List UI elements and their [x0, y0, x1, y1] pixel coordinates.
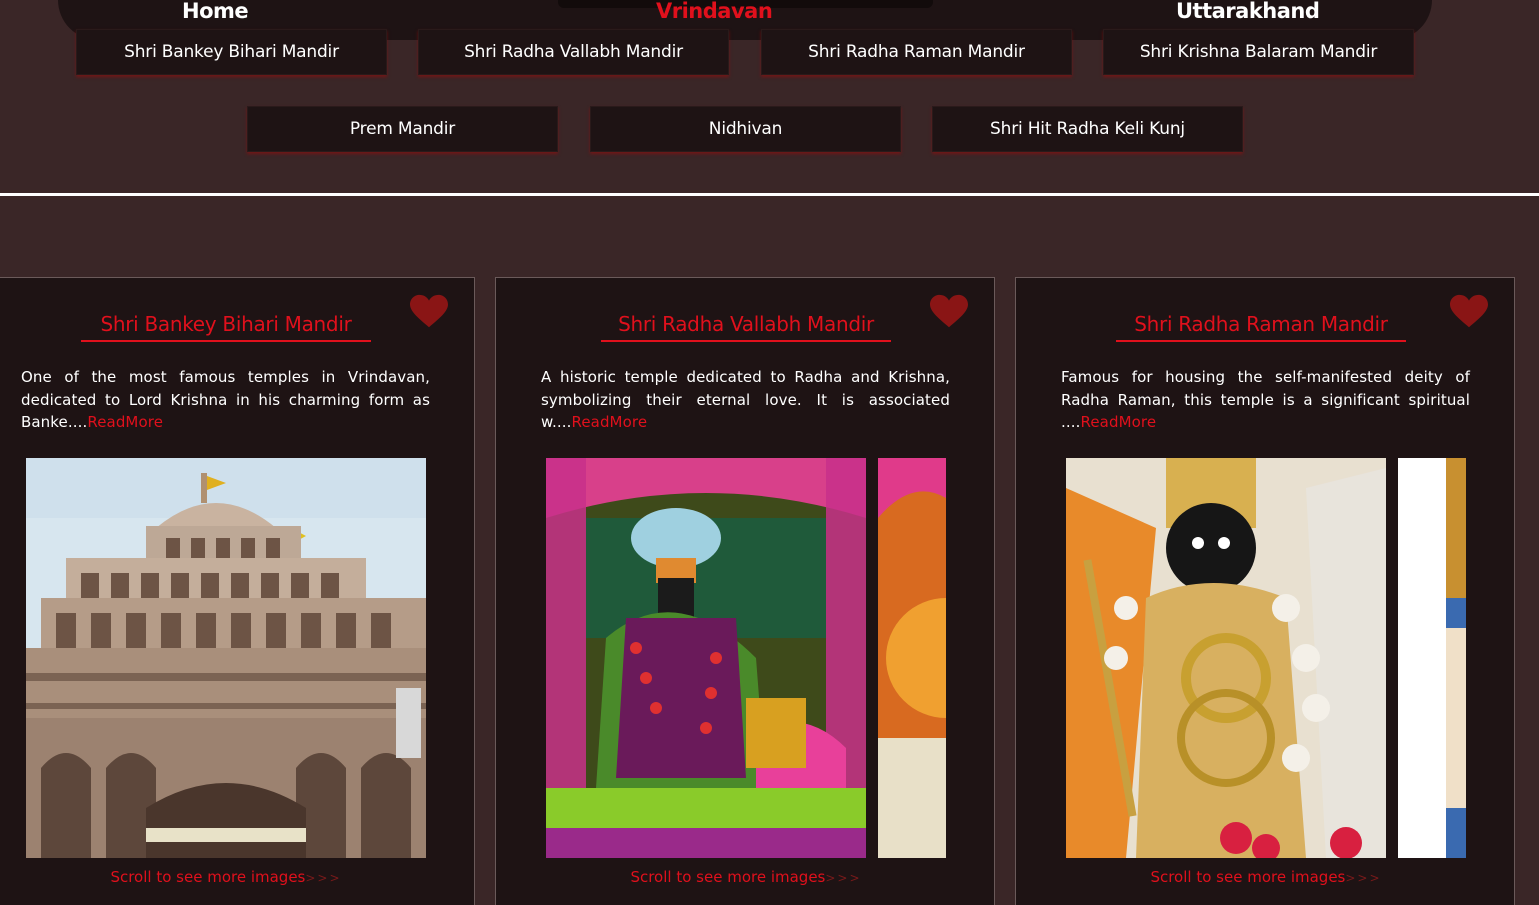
- card-title: Shri Bankey Bihari Mandir: [81, 311, 371, 342]
- scroll-hint: Scroll to see more images>>>: [1041, 868, 1491, 886]
- scroll-arrows-icon: >>>: [1345, 871, 1382, 885]
- temple-chip-radha-raman[interactable]: Shri Radha Raman Mandir: [761, 29, 1072, 75]
- temple-chip-prem-mandir[interactable]: Prem Mandir: [247, 106, 558, 152]
- heart-icon[interactable]: [410, 294, 448, 330]
- temple-photo-bankey-bihari: [26, 458, 426, 858]
- scroll-hint-text: Scroll to see more images: [630, 868, 826, 886]
- read-more-link[interactable]: ReadMore: [1080, 413, 1156, 431]
- nav-link-uttarakhand[interactable]: Uttarakhand: [1176, 0, 1320, 22]
- card-description-text: One of the most famous temples in Vrinda…: [21, 368, 430, 431]
- heart-icon[interactable]: [930, 294, 968, 330]
- scroll-arrows-icon: >>>: [825, 871, 862, 885]
- card-title: Shri Radha Vallabh Mandir: [601, 311, 891, 342]
- section-divider: [0, 193, 1539, 196]
- temple-chip-krishna-balaram[interactable]: Shri Krishna Balaram Mandir: [1103, 29, 1414, 75]
- scroll-arrows-icon: >>>: [305, 871, 342, 885]
- temple-chip-radha-vallabh[interactable]: Shri Radha Vallabh Mandir: [418, 29, 729, 75]
- nav-link-vrindavan[interactable]: Vrindavan: [656, 0, 773, 22]
- temple-chip-bankey-bihari[interactable]: Shri Bankey Bihari Mandir: [76, 29, 387, 75]
- read-more-link[interactable]: ReadMore: [571, 413, 647, 431]
- scroll-hint: Scroll to see more images>>>: [1, 868, 451, 886]
- read-more-link[interactable]: ReadMore: [87, 413, 163, 431]
- temple-chip-nidhivan[interactable]: Nidhivan: [590, 106, 901, 152]
- image-gallery[interactable]: [546, 458, 946, 858]
- temple-card-radha-raman: Shri Radha Raman Mandir Famous for housi…: [1015, 277, 1515, 905]
- heart-icon[interactable]: [1450, 294, 1488, 330]
- card-title: Shri Radha Raman Mandir: [1116, 311, 1406, 342]
- scroll-hint: Scroll to see more images>>>: [521, 868, 971, 886]
- nav-link-home[interactable]: Home: [182, 0, 249, 22]
- temple-photo-radha-raman: [1066, 458, 1466, 858]
- temple-chip-radha-keli-kunj[interactable]: Shri Hit Radha Keli Kunj: [932, 106, 1243, 152]
- scroll-hint-text: Scroll to see more images: [110, 868, 306, 886]
- card-description: Famous for housing the self-manifested d…: [1061, 366, 1470, 434]
- card-description: One of the most famous temples in Vrinda…: [21, 366, 430, 434]
- temple-card-radha-vallabh: Shri Radha Vallabh Mandir A historic tem…: [495, 277, 995, 905]
- temple-card-bankey-bihari: Shri Bankey Bihari Mandir One of the mos…: [0, 277, 475, 905]
- temple-photo-radha-vallabh: [546, 458, 946, 858]
- card-description: A historic temple dedicated to Radha and…: [541, 366, 950, 434]
- image-gallery[interactable]: [26, 458, 426, 858]
- image-gallery[interactable]: [1066, 458, 1466, 858]
- scroll-hint-text: Scroll to see more images: [1150, 868, 1346, 886]
